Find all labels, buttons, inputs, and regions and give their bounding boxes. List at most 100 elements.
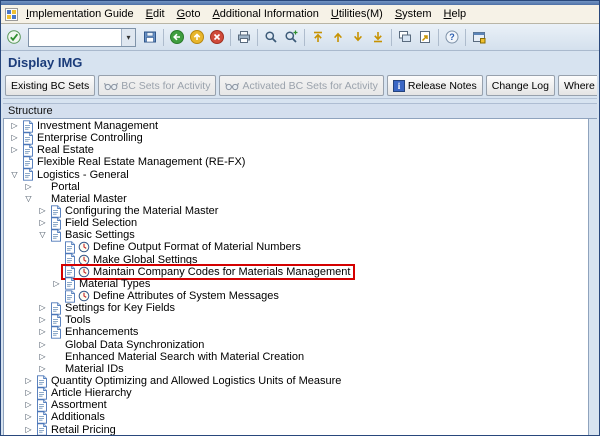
expand-arrow-icon[interactable]: ▷ [8, 144, 21, 156]
tree-item[interactable]: Enterprise Controlling [21, 132, 143, 144]
exit-icon[interactable] [187, 27, 207, 48]
img-doc-icon[interactable] [35, 411, 49, 424]
tree-item[interactable]: Tools [49, 314, 91, 326]
expand-arrow-icon[interactable]: ▷ [8, 132, 21, 144]
back-icon[interactable] [167, 27, 187, 48]
create-shortcut-icon[interactable] [415, 27, 435, 48]
tree-item[interactable]: Retail Pricing [35, 424, 116, 435]
menu-implementation-guide[interactable]: Implementation Guide [20, 7, 140, 21]
tree-item[interactable]: Investment Management [21, 120, 158, 132]
img-doc-icon[interactable] [63, 290, 77, 303]
first-page-icon[interactable] [308, 27, 328, 48]
img-doc-icon[interactable] [49, 229, 63, 242]
tree-item[interactable]: Flexible Real Estate Management (RE-FX) [21, 156, 245, 168]
img-activity-icon[interactable] [77, 290, 91, 302]
expand-arrow-icon[interactable]: ▷ [36, 314, 49, 326]
img-doc-icon[interactable] [21, 132, 35, 145]
img-doc-icon[interactable] [49, 302, 63, 315]
release-notes-button[interactable]: iRelease Notes [387, 75, 483, 96]
save-icon[interactable] [140, 27, 160, 48]
expand-arrow-icon[interactable]: ▷ [50, 278, 63, 290]
find-icon[interactable] [261, 27, 281, 48]
menu-utilities-m[interactable]: Utilities(M) [325, 7, 389, 21]
tree-item[interactable]: Article Hierarchy [35, 387, 132, 399]
img-doc-icon[interactable] [63, 277, 77, 290]
tree-item[interactable]: Define Output Format of Material Numbers [63, 241, 301, 253]
expand-arrow-icon[interactable]: ▷ [36, 217, 49, 229]
expand-arrow-icon[interactable]: ▷ [22, 375, 35, 387]
menu-help[interactable]: Help [438, 7, 473, 21]
tree-item[interactable]: Assortment [35, 399, 107, 411]
expand-arrow-icon[interactable]: ▷ [36, 363, 49, 375]
enter-icon[interactable] [4, 27, 24, 48]
expand-arrow-icon[interactable]: ▷ [22, 411, 35, 423]
tree-item[interactable]: Global Data Synchronization [49, 339, 204, 351]
where-else-used-button[interactable]: Where Else Used [558, 75, 597, 96]
expand-arrow-icon[interactable]: ▷ [22, 424, 35, 435]
menu-goto[interactable]: Goto [171, 7, 207, 21]
img-doc-icon[interactable] [35, 375, 49, 388]
existing-bc-sets-button[interactable]: Existing BC Sets [5, 75, 95, 96]
expand-arrow-icon[interactable]: ▷ [36, 326, 49, 338]
change-log-button[interactable]: Change Log [486, 75, 555, 96]
tree-item[interactable]: Material Types [63, 278, 150, 290]
img-doc-icon[interactable] [63, 253, 77, 266]
last-page-icon[interactable] [368, 27, 388, 48]
img-doc-icon[interactable] [35, 387, 49, 400]
expand-arrow-icon[interactable]: ▷ [36, 339, 49, 351]
expand-arrow-icon[interactable]: ▷ [36, 302, 49, 314]
img-doc-icon[interactable] [21, 120, 35, 133]
find-next-icon[interactable] [281, 27, 301, 48]
collapse-arrow-icon[interactable]: ▽ [8, 169, 21, 181]
customize-icon[interactable] [469, 27, 489, 48]
tree-item[interactable]: Define Attributes of System Messages [63, 290, 279, 302]
img-doc-icon[interactable] [21, 168, 35, 181]
tree-item[interactable]: Material IDs [49, 363, 124, 375]
img-activity-icon[interactable] [77, 266, 91, 278]
page-up-icon[interactable] [328, 27, 348, 48]
command-input[interactable] [29, 30, 121, 45]
img-doc-icon[interactable] [21, 156, 35, 169]
print-icon[interactable] [234, 27, 254, 48]
tree-item[interactable]: Portal [35, 181, 80, 193]
collapse-arrow-icon[interactable]: ▽ [36, 229, 49, 241]
tree-item[interactable]: Maintain Company Codes for Materials Man… [63, 266, 353, 278]
img-doc-icon[interactable] [63, 265, 77, 278]
tree-item[interactable]: Make Global Settings [63, 254, 198, 266]
img-doc-icon[interactable] [49, 205, 63, 218]
help-icon[interactable]: ? [442, 27, 462, 48]
tree-item[interactable]: Additionals [35, 411, 105, 423]
tree-item[interactable]: Settings for Key Fields [49, 302, 175, 314]
img-doc-icon[interactable] [49, 314, 63, 327]
img-doc-icon[interactable] [63, 241, 77, 254]
tree-item[interactable]: Real Estate [21, 144, 94, 156]
img-doc-icon[interactable] [35, 399, 49, 412]
expand-arrow-icon[interactable]: ▷ [22, 181, 35, 193]
expand-arrow-icon[interactable]: ▷ [36, 205, 49, 217]
tree-item[interactable]: Logistics - General [21, 169, 129, 181]
expand-arrow-icon[interactable]: ▷ [36, 351, 49, 363]
img-doc-icon[interactable] [35, 423, 49, 435]
menu-additional-information[interactable]: Additional Information [206, 7, 324, 21]
tree-item[interactable]: Enhancements [49, 326, 138, 338]
page-down-icon[interactable] [348, 27, 368, 48]
img-doc-icon[interactable] [49, 326, 63, 339]
expand-arrow-icon[interactable]: ▷ [8, 120, 21, 132]
menu-edit[interactable]: Edit [140, 7, 171, 21]
tree-item[interactable]: Quantity Optimizing and Allowed Logistic… [35, 375, 341, 387]
expand-arrow-icon[interactable]: ▷ [22, 387, 35, 399]
img-activity-icon[interactable] [77, 254, 91, 266]
command-dropdown-button[interactable]: ▾ [121, 29, 135, 46]
tree-item[interactable]: Material Master [35, 193, 127, 205]
tree-item[interactable]: Basic Settings [49, 229, 135, 241]
tree-item[interactable]: Configuring the Material Master [49, 205, 218, 217]
collapse-arrow-icon[interactable]: ▽ [22, 193, 35, 205]
menu-system[interactable]: System [389, 7, 438, 21]
cancel-icon[interactable] [207, 27, 227, 48]
img-activity-icon[interactable] [77, 241, 91, 253]
tree-item[interactable]: Enhanced Material Search with Material C… [49, 351, 304, 363]
tree-item[interactable]: Field Selection [49, 217, 137, 229]
img-doc-icon[interactable] [21, 144, 35, 157]
img-doc-icon[interactable] [49, 217, 63, 230]
new-session-icon[interactable] [395, 27, 415, 48]
